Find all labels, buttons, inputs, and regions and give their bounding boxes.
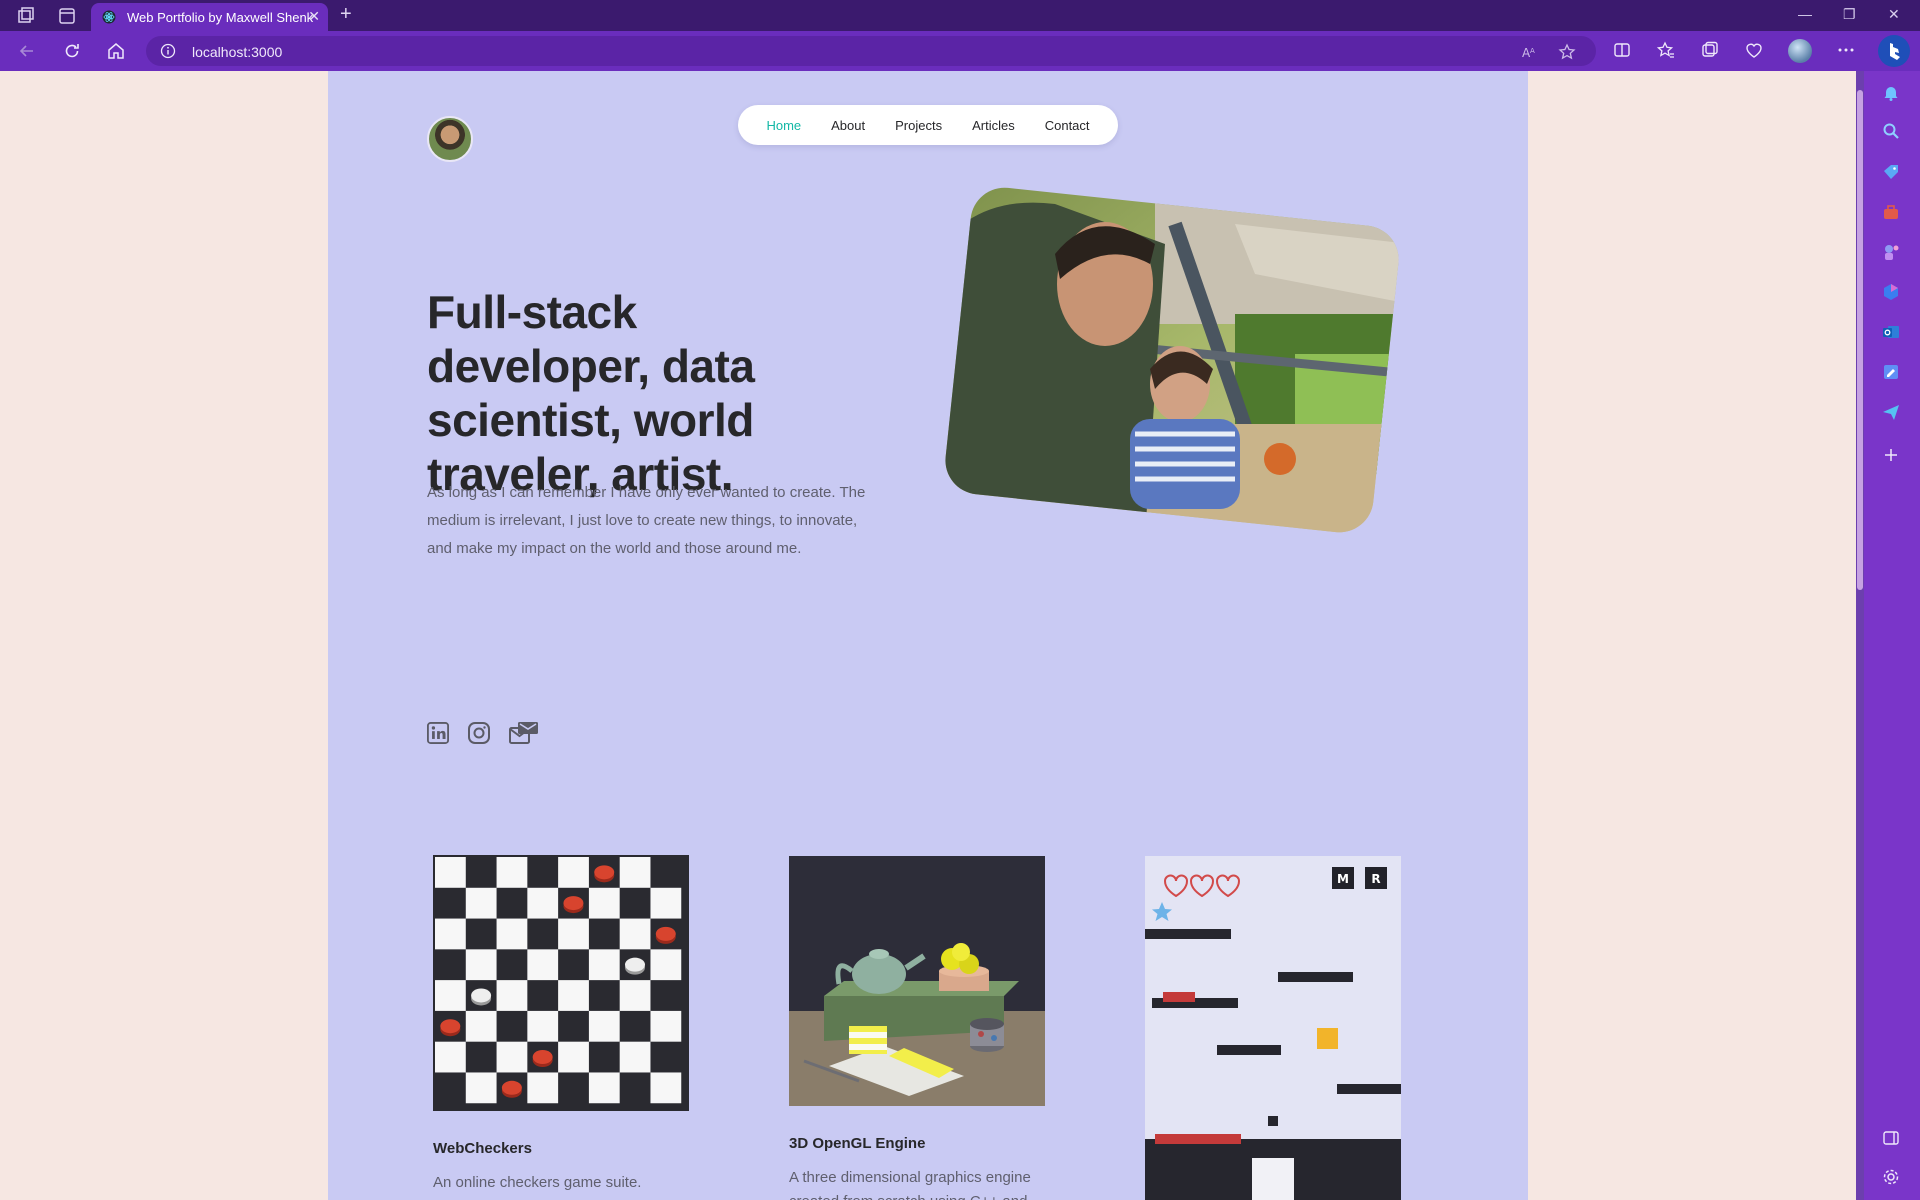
collections-icon[interactable] (1700, 40, 1720, 60)
react-icon (102, 10, 116, 24)
browser-tab-bar: Web Portfolio by Maxwell Shenk ✕ + — ❐ ✕ (0, 0, 1920, 31)
page-title: Full-stack developer, data scientist, wo… (427, 286, 755, 500)
home-icon[interactable] (106, 41, 126, 61)
nav-projects[interactable]: Projects (880, 118, 957, 133)
checker-piece (532, 1050, 553, 1064)
minimize-icon[interactable]: — (1798, 6, 1812, 22)
tab-actions-icon[interactable] (57, 6, 77, 26)
tab-active[interactable]: Web Portfolio by Maxwell Shenk ✕ (91, 3, 328, 31)
checker-piece (440, 1019, 461, 1034)
nav-home[interactable]: Home (751, 118, 816, 133)
tools-icon[interactable] (1882, 203, 1900, 221)
edge-sidebar (1856, 71, 1920, 1200)
svg-text:A: A (1530, 47, 1535, 55)
linkedin-icon[interactable] (427, 722, 449, 744)
browser-essentials-icon[interactable] (1744, 40, 1764, 60)
refresh-icon[interactable] (62, 41, 82, 61)
avatar[interactable] (427, 116, 473, 162)
profile-avatar[interactable] (1788, 39, 1812, 63)
back-icon[interactable] (17, 41, 37, 61)
opengl-scene-image (789, 856, 1045, 1106)
main-nav: Home About Projects Articles Contact (738, 105, 1118, 145)
settings-icon[interactable] (1882, 1168, 1900, 1186)
project-title: WebCheckers (433, 1140, 532, 1157)
intro-text: As long as I can remember I have only ev… (427, 484, 866, 557)
checker-piece (501, 1080, 522, 1095)
site-info-icon[interactable] (160, 43, 176, 59)
checker-piece (625, 957, 645, 972)
restore-icon[interactable]: ❐ (1843, 6, 1856, 23)
checker-piece (563, 896, 584, 911)
copilot-icon[interactable] (1878, 35, 1910, 67)
split-screen-icon[interactable] (1612, 40, 1632, 60)
outlook-icon[interactable] (1882, 323, 1900, 341)
add-sidebar-icon[interactable] (1882, 446, 1900, 464)
drop-icon[interactable] (1882, 363, 1900, 381)
favorite-star-icon[interactable] (1558, 43, 1576, 61)
new-tab-icon[interactable]: + (340, 3, 352, 26)
mute-button-label: M (1337, 872, 1349, 886)
send-icon[interactable] (1882, 403, 1900, 421)
mail-icon[interactable] (509, 720, 539, 746)
project-description: An online checkers game suite. (433, 1174, 642, 1191)
nav-about[interactable]: About (816, 118, 880, 133)
platformer-game-image: M R (1145, 856, 1401, 1200)
close-window-icon[interactable]: ✕ (1888, 6, 1900, 23)
nav-articles[interactable]: Articles (957, 118, 1030, 133)
checker-piece (471, 988, 492, 1003)
favorites-icon[interactable] (1656, 40, 1676, 60)
notifications-icon[interactable] (1882, 84, 1900, 102)
address-bar-row: localhost:3000 AA (0, 31, 1920, 71)
shopping-icon[interactable] (1882, 163, 1900, 181)
tab-title: Web Portfolio by Maxwell Shenk (127, 10, 314, 25)
microsoft-365-icon[interactable] (1882, 283, 1900, 301)
read-aloud-icon[interactable]: AA (1520, 43, 1538, 61)
search-icon[interactable] (1882, 122, 1900, 140)
project-card-opengl[interactable]: 3D OpenGL Engine A three dimensional gra… (789, 856, 1045, 1200)
instagram-icon[interactable] (467, 721, 491, 745)
social-links (427, 718, 539, 748)
nav-contact[interactable]: Contact (1030, 118, 1105, 133)
url-text: localhost:3000 (192, 44, 283, 60)
checkers-board-image (433, 855, 689, 1111)
project-card-platformer[interactable]: M R (1145, 856, 1401, 1200)
close-tab-icon[interactable]: ✕ (308, 8, 320, 25)
hero-photo (942, 184, 1402, 536)
reset-button-label: R (1371, 872, 1380, 886)
hide-sidebar-icon[interactable] (1882, 1129, 1900, 1147)
portfolio-page: Home About Projects Articles Contact Ful… (328, 71, 1528, 1200)
project-description: A three dimensional graphics engine crea… (789, 1169, 1031, 1200)
games-icon[interactable] (1882, 243, 1900, 261)
url-field[interactable]: localhost:3000 AA (146, 36, 1596, 66)
more-options-icon[interactable] (1836, 40, 1856, 60)
workspaces-icon[interactable] (16, 6, 36, 26)
checker-piece (594, 865, 615, 880)
scrollbar-thumb[interactable] (1857, 90, 1863, 590)
project-card-webcheckers[interactable]: WebCheckers An online checkers game suit… (433, 855, 689, 1195)
project-title: 3D OpenGL Engine (789, 1135, 926, 1152)
checker-piece (655, 926, 676, 941)
